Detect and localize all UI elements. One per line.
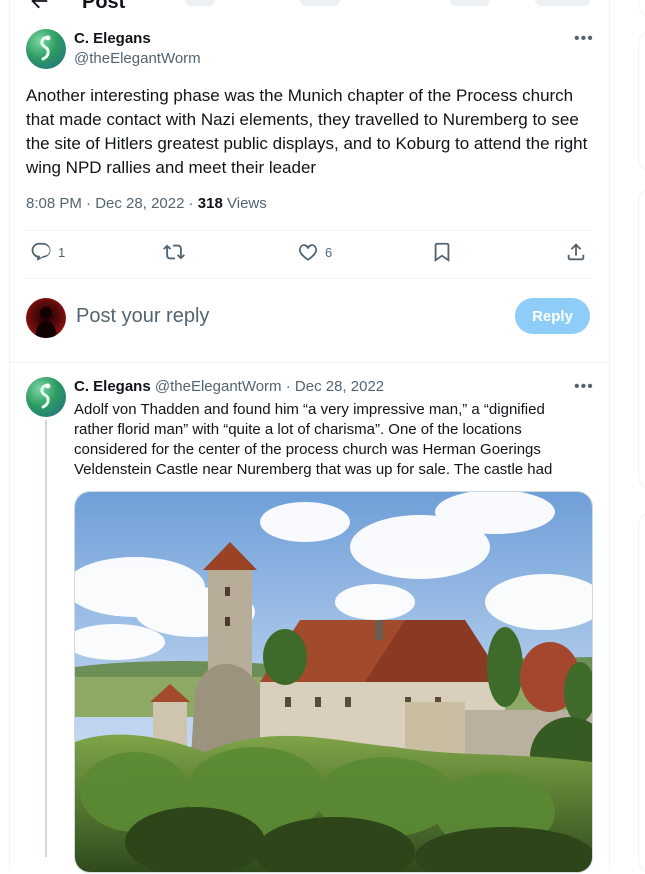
arrow-left-icon[interactable] (28, 0, 50, 18)
action-bar: 1 6 (26, 241, 590, 271)
reply-separator: · (285, 378, 291, 395)
share-action[interactable] (565, 241, 587, 263)
views-label: Views (227, 195, 267, 212)
share-icon (567, 243, 585, 261)
castle-photo[interactable] (74, 491, 593, 873)
reply-action[interactable]: 1 (30, 241, 65, 263)
author-handle[interactable]: @theElegantWorm (74, 50, 201, 67)
header-blur (450, 0, 490, 6)
sidebar-card (638, 188, 645, 490)
views-count: 318 (197, 195, 223, 212)
tweet-time[interactable]: 8:08 PM (26, 195, 82, 212)
thread-connector (45, 420, 47, 857)
reply-author-name[interactable]: C. Elegans (74, 378, 151, 395)
reply-input[interactable]: Post your reply (76, 305, 209, 328)
header-blur (535, 0, 590, 6)
retweet-icon (163, 244, 185, 260)
divider (9, 362, 608, 363)
reply-author-handle[interactable]: @theElegantWorm (155, 378, 282, 395)
current-user-avatar[interactable] (26, 298, 66, 338)
header-blur (300, 0, 340, 6)
castle-image (75, 492, 592, 872)
more-options-icon[interactable]: ••• (574, 30, 594, 48)
tweet-text: Another interesting phase was the Munich… (26, 86, 588, 177)
avatar[interactable] (26, 377, 66, 417)
sidebar-card (638, 512, 645, 874)
more-options-icon[interactable]: ••• (574, 378, 594, 396)
tweet-date[interactable]: Dec 28, 2022 (95, 195, 184, 212)
worm-avatar-icon (40, 35, 51, 61)
retweet-action[interactable] (163, 241, 191, 263)
reply-count: 1 (58, 244, 66, 260)
divider (26, 278, 590, 279)
page-title: Post (82, 0, 126, 13)
sidebar-card (638, 30, 645, 172)
avatar[interactable] (26, 29, 66, 69)
like-action[interactable]: 6 (297, 241, 332, 263)
heart-icon (299, 244, 317, 261)
divider (26, 230, 590, 231)
author-name[interactable]: C. Elegans (74, 30, 151, 47)
reply-header: C. Elegans @theElegantWorm · Dec 28, 202… (74, 378, 384, 395)
reply-date[interactable]: Dec 28, 2022 (295, 378, 384, 395)
bookmark-icon (434, 242, 450, 262)
reply-text: Adolf von Thadden and found him “a very … (74, 401, 553, 478)
worm-avatar-icon (40, 383, 51, 409)
tweet-meta: 8:08 PM · Dec 28, 2022 · 318 Views (26, 195, 267, 212)
like-count: 6 (325, 244, 333, 260)
reply-icon (31, 242, 51, 261)
bookmark-action[interactable] (431, 241, 453, 263)
figure-avatar-icon (35, 307, 57, 338)
header-blur (185, 0, 215, 6)
reply-button[interactable]: Reply (515, 298, 590, 334)
